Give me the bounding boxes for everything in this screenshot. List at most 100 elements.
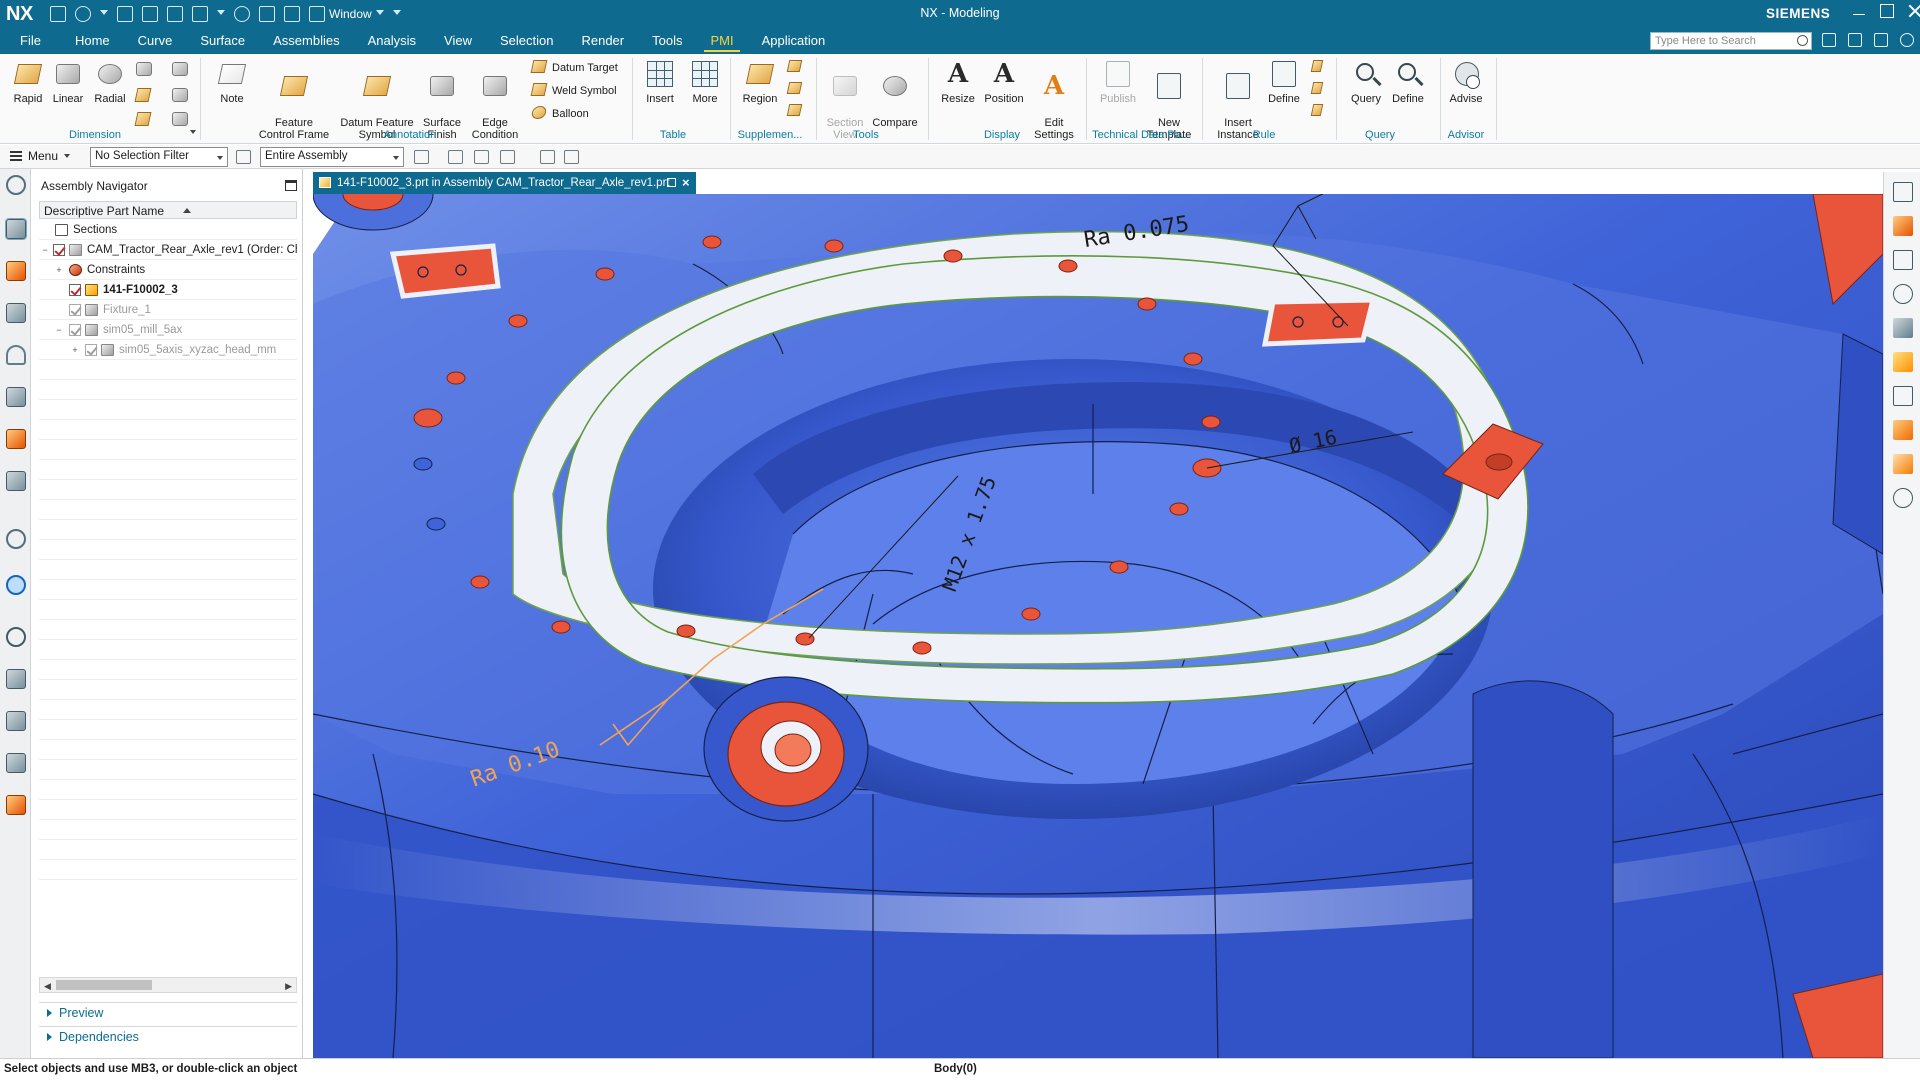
tree-row-sim05-mill-5ax[interactable]: − sim05_mill_5ax xyxy=(39,320,297,340)
collapse-ribbon-icon[interactable] xyxy=(1848,33,1862,47)
history-icon[interactable] xyxy=(6,627,26,647)
visibility-checkbox[interactable] xyxy=(85,344,97,356)
eye-icon[interactable] xyxy=(1893,488,1913,508)
model-view[interactable]: Ra 0.075 Ø 16 M12 x 1.75 Ra 0.10 xyxy=(313,194,1883,1058)
menu-button[interactable]: Menu xyxy=(10,149,71,163)
tab-curve[interactable]: Curve xyxy=(124,28,187,54)
lighting-icon[interactable] xyxy=(1893,352,1913,372)
horizontal-scrollbar[interactable]: ◀ ▶ xyxy=(39,977,297,993)
reset-filter-icon[interactable] xyxy=(236,150,251,164)
scrollbar-thumb[interactable] xyxy=(56,980,152,990)
edge-condition-button[interactable]: Edge Condition xyxy=(466,58,524,141)
visibility-checkbox[interactable] xyxy=(69,304,81,316)
maximize-button[interactable] xyxy=(1880,4,1894,18)
publish-button[interactable]: Publish xyxy=(1096,58,1140,105)
rule-small-2[interactable] xyxy=(1310,82,1326,98)
display-part-icon[interactable] xyxy=(1893,420,1913,440)
coordinate-dimension-button[interactable] xyxy=(172,112,188,128)
more-table-button[interactable]: More xyxy=(686,58,724,105)
tab-home[interactable]: Home xyxy=(61,28,124,54)
close-tab-icon[interactable]: × xyxy=(682,172,690,194)
show-hide-icon[interactable] xyxy=(1893,454,1913,474)
hide-icon[interactable] xyxy=(1893,284,1913,304)
region-button[interactable]: Region xyxy=(738,58,782,105)
chamfer-dimension-button[interactable] xyxy=(172,62,188,78)
render-style-icon[interactable] xyxy=(1893,318,1913,338)
tab-selection[interactable]: Selection xyxy=(486,28,567,54)
rule-small-3[interactable] xyxy=(1310,104,1326,120)
tree-row-root-assembly[interactable]: − CAM_Tractor_Rear_Axle_rev1 (Order: Ch xyxy=(39,240,297,260)
edit-section-icon[interactable] xyxy=(1893,386,1913,406)
supplemental-small-1[interactable] xyxy=(786,60,804,76)
tab-render[interactable]: Render xyxy=(567,28,638,54)
rule-small-1[interactable] xyxy=(1310,60,1326,76)
compare-button[interactable]: Compare xyxy=(870,58,920,129)
select-face-icon[interactable] xyxy=(564,150,579,164)
help-icon[interactable] xyxy=(1900,33,1914,47)
tab-analysis[interactable]: Analysis xyxy=(354,28,430,54)
query-define-button[interactable]: Define xyxy=(1386,58,1430,105)
minimize-ribbon-icon[interactable] xyxy=(1874,33,1888,47)
rapid-dimension-button[interactable]: Rapid xyxy=(8,58,48,105)
feature-control-frame-button[interactable]: Feature Control Frame xyxy=(255,58,333,141)
fit-view-icon[interactable] xyxy=(1893,182,1913,202)
roles-icon[interactable] xyxy=(6,753,26,773)
orient-view-icon[interactable] xyxy=(1893,216,1913,236)
process-studio-icon[interactable] xyxy=(6,711,26,731)
position-button[interactable]: A Position xyxy=(980,58,1028,105)
tree-row-constraints[interactable]: + Constraints xyxy=(39,260,297,280)
tree-row-fixture-1[interactable]: Fixture_1 xyxy=(39,300,297,320)
gear-icon[interactable] xyxy=(6,175,26,195)
chevron-down-icon[interactable] xyxy=(190,130,196,134)
ordinate-dimension-button[interactable] xyxy=(134,112,152,128)
column-header-descriptive-part-name[interactable]: Descriptive Part Name xyxy=(39,201,297,219)
insert-table-button[interactable]: Insert xyxy=(640,58,680,105)
supplemental-small-3[interactable] xyxy=(786,104,804,120)
tab-view[interactable]: View xyxy=(430,28,486,54)
reuse-library-icon[interactable] xyxy=(6,387,26,407)
palette-icon[interactable] xyxy=(6,795,26,815)
visibility-checkbox[interactable] xyxy=(69,324,81,336)
document-tab[interactable]: 141-F10002_3.prt in Assembly CAM_Tractor… xyxy=(313,172,696,194)
info-icon[interactable] xyxy=(6,529,26,549)
tab-assemblies[interactable]: Assemblies xyxy=(259,28,353,54)
select-body-icon[interactable] xyxy=(540,150,555,164)
graphics-window[interactable]: Ra 0.075 Ø 16 M12 x 1.75 Ra 0.10 xyxy=(313,194,1883,1058)
selection-scope-dropdown[interactable]: Entire Assembly xyxy=(260,147,404,167)
dependencies-section[interactable]: Dependencies xyxy=(39,1026,297,1046)
rule-define-button[interactable]: Define xyxy=(1262,58,1306,105)
snap-point-icon[interactable] xyxy=(448,150,463,164)
note-button[interactable]: Note xyxy=(212,58,252,105)
weld-symbol-button[interactable]: Weld Symbol xyxy=(530,83,617,99)
tab-tools[interactable]: Tools xyxy=(638,28,696,54)
scroll-right-icon[interactable]: ▶ xyxy=(285,981,292,992)
radial-dimension-button[interactable]: Radial xyxy=(90,58,130,105)
scroll-left-icon[interactable]: ◀ xyxy=(44,981,51,992)
tree-row-part-141-f10002-3[interactable]: 141-F10002_3 xyxy=(39,280,297,300)
hd3d-tools-icon[interactable] xyxy=(6,429,26,449)
general-selection-icon[interactable] xyxy=(414,150,429,164)
select-feature-icon[interactable] xyxy=(474,150,489,164)
tab-pmi[interactable]: PMI xyxy=(696,28,747,54)
constraint-navigator-icon[interactable] xyxy=(6,261,26,281)
collapse-icon[interactable]: − xyxy=(55,326,63,335)
collapse-icon[interactable]: − xyxy=(41,246,49,255)
arc-length-dimension-button[interactable] xyxy=(172,88,188,104)
popout-icon[interactable] xyxy=(666,178,676,187)
command-search-input[interactable]: Type Here to Search xyxy=(1650,32,1812,50)
angular-dimension-button[interactable] xyxy=(136,62,152,78)
preview-section[interactable]: Preview xyxy=(39,1002,297,1022)
visibility-checkbox[interactable] xyxy=(69,284,81,296)
full-screen-icon[interactable] xyxy=(1822,33,1836,47)
tab-application[interactable]: Application xyxy=(748,28,840,54)
edit-settings-button[interactable]: A Edit Settings xyxy=(1030,58,1078,141)
datum-target-button[interactable]: Datum Target xyxy=(530,60,618,76)
maximize-panel-icon[interactable] xyxy=(285,180,297,191)
resize-button[interactable]: A Resize xyxy=(936,58,980,105)
section-plane-icon[interactable] xyxy=(1893,250,1913,270)
linear-dimension-button[interactable]: Linear xyxy=(48,58,88,105)
part-navigator-icon[interactable] xyxy=(6,303,26,323)
globe-icon[interactable] xyxy=(6,575,26,595)
balloon-button[interactable]: Balloon xyxy=(530,106,589,122)
selection-filter-dropdown[interactable]: No Selection Filter xyxy=(90,147,228,167)
